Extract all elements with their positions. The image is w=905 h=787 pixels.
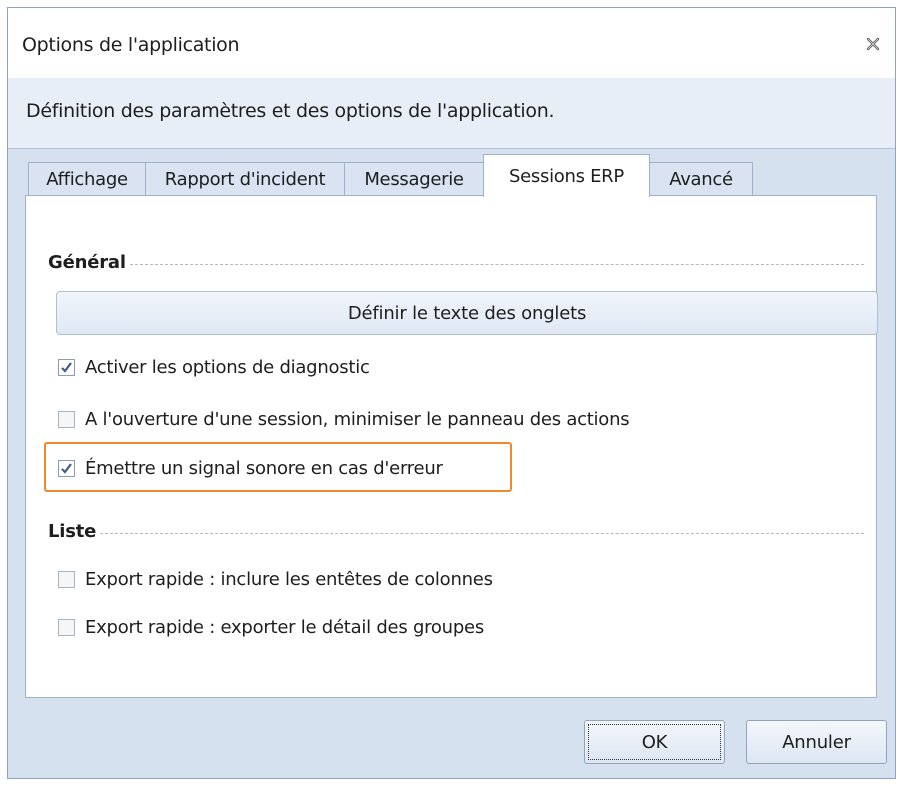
- option-error-sound-label: Émettre un signal sonore en cas d'erreur: [85, 457, 443, 479]
- option-export-headers[interactable]: Export rapide : inclure les entêtes de c…: [58, 564, 493, 594]
- checkbox-error-sound[interactable]: [58, 459, 75, 477]
- option-export-groups[interactable]: Export rapide : exporter le détail des g…: [58, 612, 484, 642]
- title-bar: Options de l'application: [8, 8, 895, 78]
- close-icon[interactable]: [861, 32, 885, 56]
- group-liste-title: Liste: [48, 520, 97, 542]
- options-dialog: Options de l'application Définition des …: [7, 7, 896, 779]
- tab-rapport-incident[interactable]: Rapport d'incident: [145, 162, 345, 196]
- tab-panel-sessions-erp: Général Définir le texte des onglets Act…: [25, 195, 878, 698]
- tab-sessions-erp[interactable]: Sessions ERP: [483, 154, 650, 197]
- checkmark-icon: [61, 462, 72, 474]
- option-minimize-actions[interactable]: A l'ouverture d'une session, minimiser l…: [58, 404, 630, 434]
- group-general: Général: [48, 250, 864, 274]
- window-title: Options de l'application: [22, 34, 240, 56]
- option-minimize-actions-label: A l'ouverture d'une session, minimiser l…: [85, 408, 630, 430]
- define-tab-text-button[interactable]: Définir le texte des onglets: [56, 291, 878, 335]
- checkmark-icon: [61, 361, 72, 373]
- description-text: Définition des paramètres et des options…: [26, 100, 555, 122]
- cancel-button-label: Annuler: [782, 731, 851, 753]
- checkbox-minimize-actions[interactable]: [58, 410, 75, 428]
- option-diagnostic-label: Activer les options de diagnostic: [85, 356, 370, 378]
- option-export-headers-label: Export rapide : inclure les entêtes de c…: [85, 568, 493, 590]
- tab-avance[interactable]: Avancé: [649, 162, 753, 196]
- checkbox-diagnostic[interactable]: [58, 358, 75, 376]
- group-divider: [100, 532, 864, 534]
- option-diagnostic[interactable]: Activer les options de diagnostic: [58, 352, 370, 382]
- group-general-title: Général: [48, 251, 126, 273]
- checkbox-export-headers[interactable]: [58, 570, 75, 588]
- checkbox-export-groups[interactable]: [58, 618, 75, 636]
- group-divider: [129, 263, 864, 265]
- group-liste: Liste: [48, 519, 864, 543]
- option-error-sound[interactable]: Émettre un signal sonore en cas d'erreur: [58, 453, 443, 483]
- focus-rectangle: [588, 724, 721, 760]
- option-export-groups-label: Export rapide : exporter le détail des g…: [85, 616, 484, 638]
- tab-affichage[interactable]: Affichage: [28, 162, 146, 196]
- cancel-button[interactable]: Annuler: [746, 720, 887, 764]
- tab-messagerie[interactable]: Messagerie: [344, 162, 484, 196]
- description-banner: Définition des paramètres et des options…: [8, 78, 895, 149]
- ok-button[interactable]: OK: [584, 720, 725, 764]
